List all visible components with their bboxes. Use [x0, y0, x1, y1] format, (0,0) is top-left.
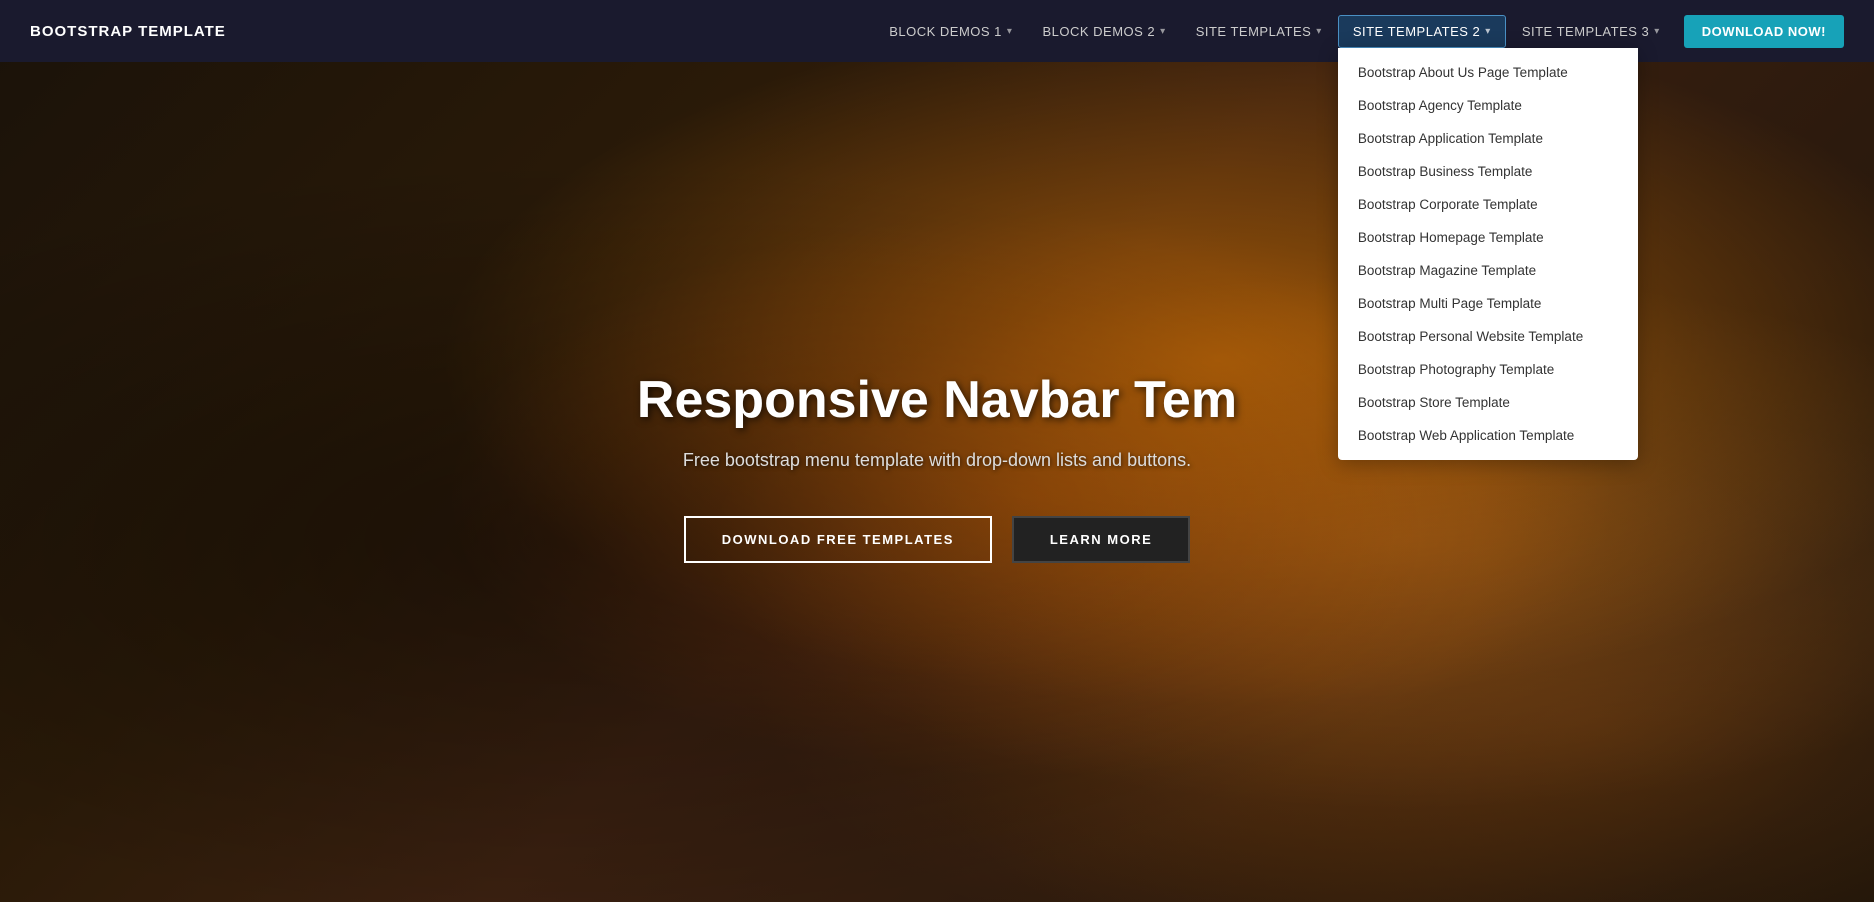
dropdown-item-about-us[interactable]: Bootstrap About Us Page Template	[1338, 56, 1638, 89]
dropdown-item-corporate[interactable]: Bootstrap Corporate Template	[1338, 188, 1638, 221]
download-free-templates-button[interactable]: DOWNLOAD FREE TEMPLATES	[684, 516, 992, 563]
dropdown-item-business[interactable]: Bootstrap Business Template	[1338, 155, 1638, 188]
nav-item-block-demos-1: BLOCK DEMOS 1 ▾	[875, 16, 1026, 47]
dropdown-item-photography[interactable]: Bootstrap Photography Template	[1338, 353, 1638, 386]
navbar: BOOTSTRAP TEMPLATE BLOCK DEMOS 1 ▾ BLOCK…	[0, 0, 1874, 62]
chevron-down-icon: ▾	[1316, 26, 1322, 37]
chevron-down-icon: ▾	[1160, 26, 1166, 37]
nav-item-block-demos-2: BLOCK DEMOS 2 ▾	[1028, 16, 1179, 47]
dropdown-menu: Bootstrap About Us Page Template Bootstr…	[1338, 48, 1638, 460]
dropdown-item-magazine[interactable]: Bootstrap Magazine Template	[1338, 254, 1638, 287]
navbar-brand: BOOTSTRAP TEMPLATE	[30, 23, 226, 40]
learn-more-button[interactable]: LEARN MORE	[1012, 516, 1190, 563]
hero-buttons: DOWNLOAD FREE TEMPLATES LEARN MORE	[637, 516, 1237, 563]
dropdown-item-homepage[interactable]: Bootstrap Homepage Template	[1338, 221, 1638, 254]
nav-item-site-templates: SITE TEMPLATES ▾	[1182, 16, 1336, 47]
nav-link-block-demos-2[interactable]: BLOCK DEMOS 2 ▾	[1028, 16, 1179, 47]
nav-link-site-templates-2[interactable]: SITE TEMPLATES 2 ▾	[1338, 15, 1506, 48]
hero-content: Responsive Navbar Tem Free bootstrap men…	[617, 370, 1257, 563]
chevron-down-icon: ▾	[1654, 26, 1660, 37]
nav-item-site-templates-2: SITE TEMPLATES 2 ▾ Bootstrap About Us Pa…	[1338, 15, 1506, 48]
nav-link-block-demos-1[interactable]: BLOCK DEMOS 1 ▾	[875, 16, 1026, 47]
dropdown-item-agency[interactable]: Bootstrap Agency Template	[1338, 89, 1638, 122]
hero-subtitle: Free bootstrap menu template with drop-d…	[637, 450, 1237, 471]
dropdown-item-personal[interactable]: Bootstrap Personal Website Template	[1338, 320, 1638, 353]
nav-link-site-templates[interactable]: SITE TEMPLATES ▾	[1182, 16, 1336, 47]
dropdown-item-store[interactable]: Bootstrap Store Template	[1338, 386, 1638, 419]
dropdown-item-web-app[interactable]: Bootstrap Web Application Template	[1338, 419, 1638, 452]
hero-title: Responsive Navbar Tem	[637, 370, 1237, 430]
download-now-button[interactable]: DOWNLOAD NOW!	[1684, 15, 1844, 48]
chevron-down-icon: ▾	[1007, 26, 1013, 37]
chevron-down-icon: ▾	[1485, 26, 1491, 37]
nav-items: BLOCK DEMOS 1 ▾ BLOCK DEMOS 2 ▾ SITE TEM…	[875, 15, 1844, 48]
nav-item-site-templates-3: SITE TEMPLATES 3 ▾	[1508, 16, 1674, 47]
nav-link-site-templates-3[interactable]: SITE TEMPLATES 3 ▾	[1508, 16, 1674, 47]
dropdown-item-application[interactable]: Bootstrap Application Template	[1338, 122, 1638, 155]
dropdown-item-multi-page[interactable]: Bootstrap Multi Page Template	[1338, 287, 1638, 320]
